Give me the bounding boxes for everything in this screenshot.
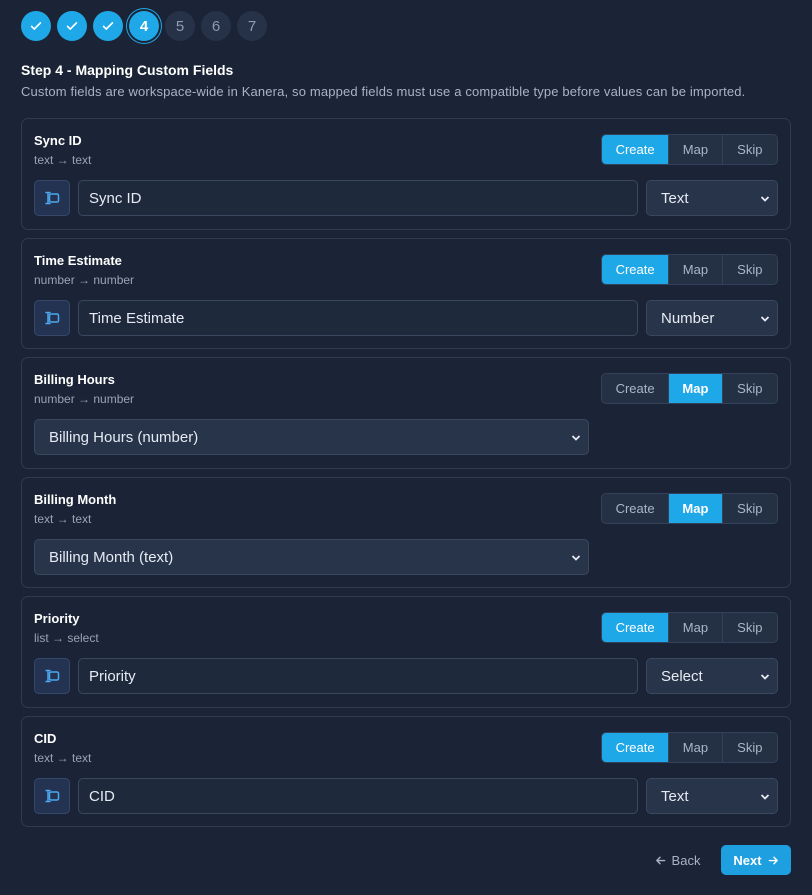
back-button[interactable]: Back <box>650 846 705 874</box>
selected-type: Text <box>661 189 689 207</box>
field-name: Sync ID <box>34 133 82 148</box>
chevron-down-icon <box>760 316 770 322</box>
field-type-mapping: list → select <box>34 631 99 645</box>
field-type-mapping: number → number <box>34 392 135 406</box>
new-field-name-input[interactable]: Sync ID <box>78 180 638 216</box>
field-card-sync-id: Sync ID text → text Create Map Skip Sync… <box>21 118 791 230</box>
new-field-name-input[interactable]: CID <box>78 778 638 814</box>
field-type-picker-button[interactable] <box>34 778 70 814</box>
arrow-right-icon <box>768 856 778 864</box>
step-1-complete[interactable] <box>21 11 51 41</box>
field-type-select[interactable]: Select <box>646 658 778 694</box>
back-label: Back <box>671 852 701 868</box>
text-field-icon <box>45 311 60 325</box>
new-field-name-input[interactable]: Time Estimate <box>78 300 638 336</box>
field-type-mapping: text → text <box>34 751 92 765</box>
field-card-time-estimate: Time Estimate number → number Create Map… <box>21 238 791 349</box>
mode-toggle: Create Map Skip <box>601 493 778 524</box>
existing-field-select[interactable]: Billing Hours (number) <box>34 419 589 455</box>
field-card-cid: CID text → text Create Map Skip CID Text <box>21 716 791 827</box>
skip-option[interactable]: Skip <box>723 374 777 403</box>
text-field-icon <box>45 669 60 683</box>
skip-option[interactable]: Skip <box>723 733 777 762</box>
field-type-select[interactable]: Text <box>646 778 778 814</box>
page-description: Custom fields are workspace-wide in Kane… <box>21 84 746 99</box>
field-card-billing-month: Billing Month text → text Create Map Ski… <box>21 477 791 588</box>
selected-field: Billing Month (text) <box>49 548 174 566</box>
chevron-down-icon <box>760 674 770 680</box>
selected-type: Select <box>661 667 703 685</box>
field-name: Billing Hours <box>34 372 115 387</box>
check-icon <box>66 22 78 30</box>
create-option[interactable]: Create <box>602 135 670 164</box>
step-4-current[interactable]: 4 <box>129 11 159 41</box>
page-title: Step 4 - Mapping Custom Fields <box>21 62 234 78</box>
field-type-select[interactable]: Text <box>646 180 778 216</box>
field-type-picker-button[interactable] <box>34 300 70 336</box>
field-type-select[interactable]: Number <box>646 300 778 336</box>
field-card-billing-hours: Billing Hours number → number Create Map… <box>21 357 791 469</box>
selected-type: Number <box>661 309 715 327</box>
map-option[interactable]: Map <box>669 613 723 642</box>
field-name: Priority <box>34 611 80 626</box>
skip-option[interactable]: Skip <box>723 255 777 284</box>
chevron-down-icon <box>760 794 770 800</box>
step-7[interactable]: 7 <box>237 11 267 41</box>
mode-toggle: Create Map Skip <box>601 134 778 165</box>
create-option[interactable]: Create <box>602 255 670 284</box>
arrow-left-icon <box>655 856 665 864</box>
mode-toggle: Create Map Skip <box>601 732 778 763</box>
step-6[interactable]: 6 <box>201 11 231 41</box>
field-type-picker-button[interactable] <box>34 180 70 216</box>
text-field-icon <box>45 789 60 803</box>
next-label: Next <box>733 852 762 868</box>
chevron-down-icon <box>571 555 581 561</box>
field-type-mapping: text → text <box>34 512 92 526</box>
field-name: Time Estimate <box>34 253 122 268</box>
create-option[interactable]: Create <box>602 733 670 762</box>
create-option[interactable]: Create <box>602 374 670 403</box>
create-option[interactable]: Create <box>602 613 670 642</box>
map-option[interactable]: Map <box>669 494 723 523</box>
create-option[interactable]: Create <box>602 494 670 523</box>
existing-field-select[interactable]: Billing Month (text) <box>34 539 589 575</box>
selected-field: Billing Hours (number) <box>49 428 199 446</box>
next-button[interactable]: Next <box>721 845 791 875</box>
mode-toggle: Create Map Skip <box>601 254 778 285</box>
mode-toggle: Create Map Skip <box>601 373 778 404</box>
selected-type: Text <box>661 787 689 805</box>
chevron-down-icon <box>571 435 581 441</box>
step-5[interactable]: 5 <box>165 11 195 41</box>
check-icon <box>102 22 114 30</box>
stepper: 4 5 6 7 <box>21 11 267 41</box>
field-type-mapping: number → number <box>34 273 135 287</box>
new-field-name-input[interactable]: Priority <box>78 658 638 694</box>
field-card-priority: Priority list → select Create Map Skip P… <box>21 596 791 708</box>
map-option[interactable]: Map <box>669 135 723 164</box>
skip-option[interactable]: Skip <box>723 135 777 164</box>
skip-option[interactable]: Skip <box>723 613 777 642</box>
map-option[interactable]: Map <box>669 733 723 762</box>
field-type-mapping: text → text <box>34 153 92 167</box>
chevron-down-icon <box>760 196 770 202</box>
step-2-complete[interactable] <box>57 11 87 41</box>
field-name: Billing Month <box>34 492 117 507</box>
mode-toggle: Create Map Skip <box>601 612 778 643</box>
skip-option[interactable]: Skip <box>723 494 777 523</box>
map-option[interactable]: Map <box>669 255 723 284</box>
field-type-picker-button[interactable] <box>34 658 70 694</box>
map-option[interactable]: Map <box>669 374 723 403</box>
check-icon <box>30 22 42 30</box>
text-field-icon <box>45 191 60 205</box>
field-name: CID <box>34 731 57 746</box>
step-3-complete[interactable] <box>93 11 123 41</box>
